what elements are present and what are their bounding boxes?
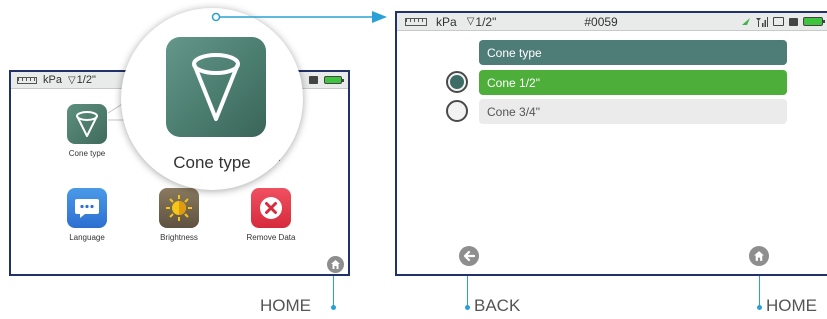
home-button[interactable]: [749, 246, 769, 266]
signal-icon: [756, 16, 768, 27]
record-number: #0059: [584, 14, 618, 29]
cone-icon-large: [166, 37, 266, 137]
home-icon: [754, 251, 764, 261]
radio-cone-three-quarter[interactable]: [446, 100, 468, 122]
callout-line-home-left: [333, 276, 334, 306]
chat-icon: [67, 188, 107, 228]
callout-dot-home-right: [757, 305, 762, 310]
callout-back: BACK: [474, 296, 521, 315]
radio-selected-dot: [450, 75, 464, 89]
ruler-icon: [17, 76, 37, 84]
cone-size-label: 1/2": [475, 14, 497, 29]
cone-small-icon: ▽: [67, 74, 76, 86]
status-bar: kPa ▽ 1/2" #0059: [397, 13, 827, 31]
printer-icon: [309, 76, 318, 84]
option-cone-half[interactable]: Cone 1/2": [479, 70, 787, 95]
app-label: Brightness: [160, 233, 198, 242]
ruler-icon: [405, 17, 427, 26]
app-brightness[interactable]: Brightness: [139, 188, 219, 242]
back-arrow-icon: [463, 250, 475, 262]
brightness-icon: [159, 188, 199, 228]
callout-home-left: HOME: [260, 296, 311, 315]
app-label: Remove Data: [246, 233, 296, 242]
battery-icon: [324, 76, 344, 84]
cone-small-icon: ▽: [466, 16, 475, 27]
remove-icon: [251, 188, 291, 228]
cone-icon: [67, 104, 107, 144]
back-button[interactable]: [459, 246, 479, 266]
callout-dot-home-left: [331, 305, 336, 310]
callout-dot-back: [465, 305, 470, 310]
callout-line-home-right: [759, 276, 760, 306]
cone-size-label: 1/2": [76, 74, 96, 86]
app-label: Language: [69, 233, 105, 242]
magnifier-label: Cone type: [173, 153, 251, 172]
gps-icon: [741, 17, 751, 26]
app-cone-type[interactable]: Cone type: [47, 104, 127, 158]
unit-label: kPa: [436, 14, 457, 29]
radio-cone-half[interactable]: [446, 71, 468, 93]
home-button[interactable]: [327, 256, 344, 273]
cone-type-header: Cone type: [479, 40, 787, 65]
unit-label: kPa: [43, 74, 62, 86]
printer-icon: [789, 17, 798, 26]
home-icon: [331, 260, 340, 269]
sd-card-icon: [773, 17, 784, 26]
option-cone-three-quarter[interactable]: Cone 3/4": [479, 99, 787, 124]
app-label: Cone type: [68, 149, 106, 158]
magnifier-bubble: Cone type: [121, 8, 303, 190]
right-device-screen: kPa ▽ 1/2" #0059 Cone type Cone 1/2" Cone…: [395, 11, 827, 276]
callout-home-right: HOME: [766, 296, 817, 315]
battery-icon: [803, 17, 825, 26]
app-language[interactable]: Language: [47, 188, 127, 242]
app-remove-data[interactable]: Remove Data: [231, 188, 311, 242]
callout-line-back: [467, 276, 468, 306]
